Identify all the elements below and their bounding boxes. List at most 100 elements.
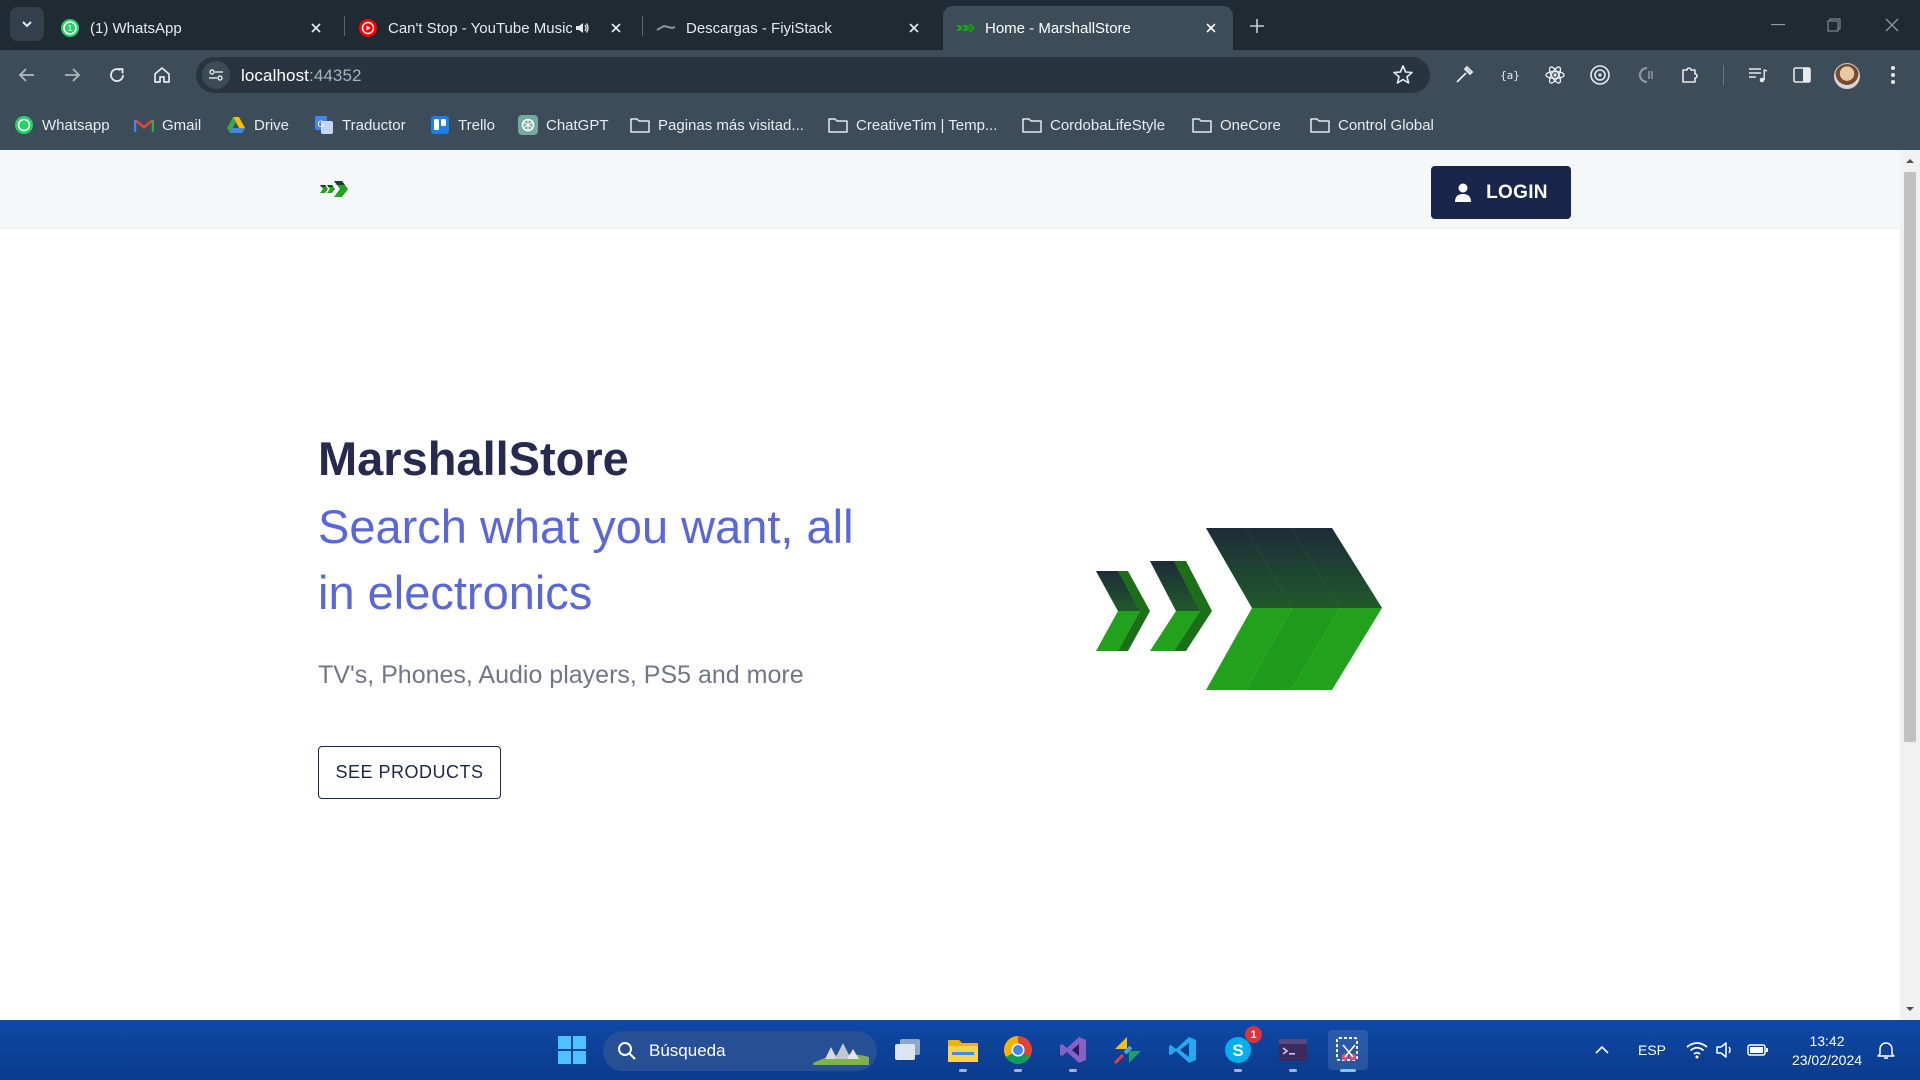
show-hidden-icons-button[interactable] xyxy=(1582,1030,1622,1070)
side-panel-icon[interactable] xyxy=(1789,62,1815,88)
bookmark-folder-onecore[interactable]: OneCore xyxy=(1192,114,1281,136)
battery-icon xyxy=(1747,1044,1768,1056)
file-explorer-button[interactable] xyxy=(943,1030,983,1072)
close-tab-icon[interactable] xyxy=(606,18,626,38)
site-navbar: LOGIN xyxy=(0,150,1900,229)
hero-subtitle: Search what you want, all in electronics xyxy=(318,500,854,619)
git-diff-button[interactable] xyxy=(1108,1030,1148,1070)
bookmark-traductor[interactable]: G Traductor xyxy=(314,114,406,136)
site-info-button[interactable] xyxy=(202,61,230,89)
bookmark-chatgpt[interactable]: ChatGPT xyxy=(518,114,609,136)
bookmark-star-icon[interactable] xyxy=(1392,64,1414,86)
running-indicator xyxy=(1014,1069,1022,1072)
bookmark-gmail[interactable]: Gmail xyxy=(134,114,201,136)
close-tab-icon[interactable] xyxy=(306,18,326,38)
more-options-icon[interactable] xyxy=(1880,62,1906,88)
running-indicator xyxy=(1069,1069,1077,1072)
home-button[interactable] xyxy=(145,58,179,92)
see-products-button[interactable]: SEE PRODUCTS xyxy=(318,746,501,799)
speaker-icon[interactable] xyxy=(572,18,592,38)
bookmark-label: CordobaLifeStyle xyxy=(1050,116,1166,134)
bookmark-drive[interactable]: Drive xyxy=(226,114,289,136)
vscode-button[interactable] xyxy=(1163,1030,1203,1070)
scroll-up-icon[interactable] xyxy=(1905,156,1915,166)
tab-marshallstore[interactable]: Home - MarshallStore xyxy=(943,6,1233,50)
snipping-tool-button[interactable] xyxy=(1328,1030,1368,1072)
running-indicator xyxy=(959,1069,967,1072)
home-icon xyxy=(154,67,170,83)
bookmark-trello[interactable]: Trello xyxy=(430,114,495,136)
reload-icon xyxy=(110,68,124,82)
task-view-icon xyxy=(895,1039,920,1060)
color-picker-extension-icon[interactable] xyxy=(1451,62,1477,88)
input-language[interactable]: ESP xyxy=(1638,1042,1666,1058)
restore-button[interactable] xyxy=(1806,0,1862,50)
bookmark-folder-cordobalifestyle[interactable]: CordobaLifeStyle xyxy=(1022,114,1165,136)
close-window-button[interactable] xyxy=(1864,0,1920,50)
code-extension-icon[interactable] xyxy=(1632,62,1658,88)
bookmark-whatsapp[interactable]: Whatsapp xyxy=(14,114,110,136)
json-formatter-extension-icon[interactable]: {a} xyxy=(1497,62,1523,88)
search-placeholder: Búsqueda xyxy=(649,1041,726,1060)
trello-icon xyxy=(430,115,450,135)
close-tab-icon[interactable] xyxy=(904,18,924,38)
minimize-button[interactable] xyxy=(1750,0,1806,50)
translate-icon: G xyxy=(314,115,334,135)
tab-whatsapp[interactable]: 1 (1) WhatsApp xyxy=(48,6,338,50)
login-label: LOGIN xyxy=(1486,181,1548,203)
bookmark-label: ChatGPT xyxy=(546,116,609,134)
react-devtools-extension-icon[interactable] xyxy=(1542,62,1568,88)
profile-avatar[interactable] xyxy=(1834,63,1860,89)
arrow-left-icon xyxy=(18,68,34,82)
url-host: localhost xyxy=(241,66,309,85)
start-button[interactable] xyxy=(552,1030,592,1070)
notifications-button[interactable] xyxy=(1866,1030,1906,1070)
terminal-icon xyxy=(1279,1039,1307,1061)
visual-studio-button[interactable] xyxy=(1053,1030,1093,1072)
media-control-icon[interactable] xyxy=(1744,62,1770,88)
vscode-icon xyxy=(1169,1037,1196,1063)
task-view-button[interactable] xyxy=(888,1030,928,1070)
arrow-right-icon xyxy=(65,68,81,82)
svg-text:G: G xyxy=(317,119,324,129)
folder-icon xyxy=(1192,115,1212,135)
system-clock[interactable]: 13:42 23/02/2024 xyxy=(1785,1032,1869,1070)
address-bar[interactable]: localhost:44352 xyxy=(196,57,1430,93)
youtube-music-icon xyxy=(359,19,377,37)
marshallstore-hero-logo-icon xyxy=(1096,528,1382,690)
tab-fiyistack[interactable]: Descargas - FiyiStack xyxy=(644,6,936,50)
target-extension-icon[interactable] xyxy=(1587,62,1613,88)
user-icon xyxy=(1455,183,1472,202)
scroll-down-icon[interactable] xyxy=(1905,1004,1915,1014)
close-tab-icon[interactable] xyxy=(1201,18,1221,38)
page-scrollbar[interactable] xyxy=(1900,150,1920,1020)
tab-youtube-music[interactable]: Can't Stop - YouTube Music xyxy=(346,6,638,50)
chrome-button[interactable] xyxy=(998,1030,1038,1072)
forward-button[interactable] xyxy=(55,58,89,92)
running-indicator xyxy=(1289,1069,1297,1072)
folder-icon xyxy=(630,115,650,135)
battery-button[interactable] xyxy=(1738,1030,1778,1070)
login-button[interactable]: LOGIN xyxy=(1431,166,1571,219)
windows-taskbar: Búsqueda S 1 ESP 13:42 23/02/2024 xyxy=(0,1020,1920,1080)
bookmark-folder-paginas[interactable]: Paginas más visitad... xyxy=(630,114,804,136)
notification-badge: 1 xyxy=(1245,1026,1262,1043)
search-highlight-icon xyxy=(813,1043,869,1065)
running-indicator xyxy=(1234,1069,1242,1072)
file-explorer-icon xyxy=(948,1040,978,1062)
reload-button[interactable] xyxy=(100,58,134,92)
bookmark-folder-control-global[interactable]: Control Global xyxy=(1310,114,1434,136)
bookmark-folder-creativetim[interactable]: CreativeTim | Temp... xyxy=(828,114,997,136)
new-tab-button[interactable] xyxy=(1244,13,1270,39)
tab-search-button[interactable] xyxy=(10,7,44,41)
svg-text:S: S xyxy=(1232,1041,1243,1060)
back-button[interactable] xyxy=(10,58,44,92)
taskbar-search[interactable]: Búsqueda xyxy=(603,1031,877,1071)
scrollbar-thumb[interactable] xyxy=(1904,172,1916,742)
marshallstore-logo-icon[interactable] xyxy=(318,178,356,200)
running-indicator xyxy=(1340,1069,1356,1072)
terminal-button[interactable] xyxy=(1273,1030,1313,1072)
extensions-puzzle-icon[interactable] xyxy=(1677,62,1703,88)
search-icon xyxy=(618,1042,636,1060)
skype-button[interactable]: S 1 xyxy=(1218,1026,1262,1072)
